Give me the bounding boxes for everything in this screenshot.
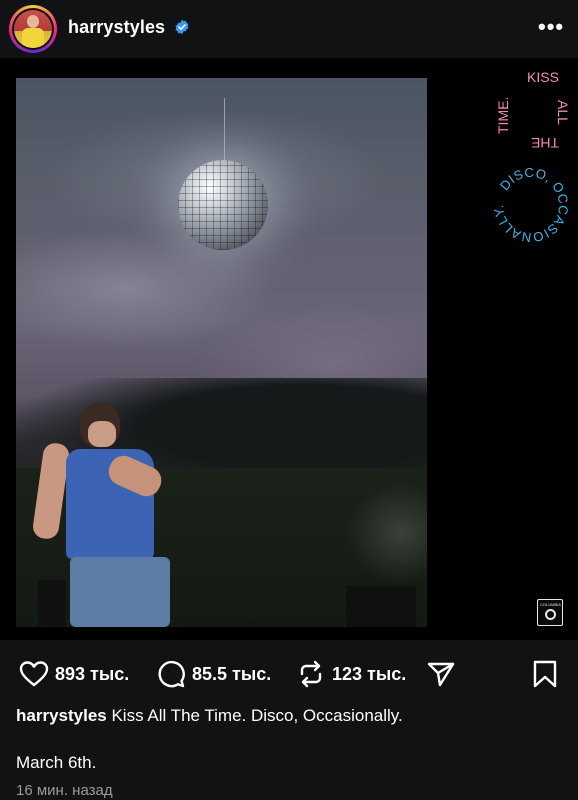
like-button[interactable]: 893 тыс. — [19, 659, 129, 689]
post-media[interactable]: KISS ALL THE TIME. DISCO, OCCASIONALLY. … — [0, 58, 578, 640]
kiss-all-the-time-sticker: KISS ALL THE TIME. — [495, 69, 571, 151]
sticker-word-kiss: KISS — [527, 69, 559, 85]
post-photo — [16, 78, 427, 627]
sticker-word-the: THE — [531, 135, 559, 151]
repost-count: 123 тыс. — [332, 663, 407, 684]
share-button[interactable] — [426, 659, 456, 689]
sticker-circular-text: DISCO, OCCASIONALLY. — [491, 165, 571, 245]
avatar[interactable] — [9, 5, 57, 53]
save-button[interactable] — [530, 659, 560, 689]
repost-button[interactable]: 123 тыс. — [296, 659, 406, 689]
person-figure — [31, 403, 178, 627]
comment-count: 85.5 тыс. — [192, 663, 272, 684]
send-icon — [427, 662, 455, 687]
sticker-word-all: ALL — [555, 100, 571, 125]
caption-text: Kiss All The Time. Disco, Occasionally. — [111, 706, 403, 725]
caption-date-line: March 6th. — [16, 753, 97, 772]
avatar-image — [14, 10, 52, 48]
svg-text:DISCO, OCCASIONALLY.: DISCO, OCCASIONALLY. — [491, 165, 571, 245]
disco-ball — [178, 160, 268, 250]
caption-username[interactable]: harrystyles — [16, 706, 107, 725]
post-header: harrystyles ••• — [0, 0, 578, 58]
repost-arrows-icon — [300, 660, 322, 688]
comment-button[interactable]: 85.5 тыс. — [156, 659, 271, 689]
more-options-ellipsis-icon[interactable]: ••• — [538, 16, 564, 38]
verified-badge-icon — [175, 19, 189, 35]
post-timestamp: 16 мин. назад — [16, 782, 113, 799]
sticker-word-time: TIME. — [495, 97, 511, 134]
post-caption: harrystyles Kiss All The Time. Disco, Oc… — [16, 706, 403, 726]
heart-icon — [19, 661, 49, 687]
comment-bubble-icon — [158, 660, 185, 688]
disco-occasionally-sticker: DISCO, OCCASIONALLY. — [491, 165, 571, 245]
post-author-username[interactable]: harrystyles — [68, 17, 165, 38]
bookmark-icon — [533, 660, 557, 688]
like-count: 893 тыс. — [55, 663, 130, 684]
columbia-records-logo: COLUMBIA — [537, 599, 563, 626]
